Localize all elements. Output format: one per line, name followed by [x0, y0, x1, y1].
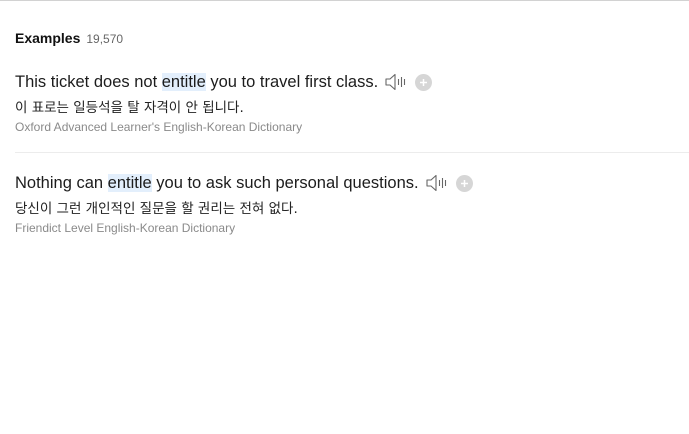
example-item: This ticket does not entitle you to trav… [15, 70, 689, 136]
example-sentence-row: Nothing can entitle you to ask such pers… [15, 171, 689, 195]
example-item: Nothing can entitle you to ask such pers… [15, 152, 689, 237]
example-sentence: Nothing can entitle you to ask such pers… [15, 173, 419, 193]
example-sentence-row: This ticket does not entitle you to trav… [15, 70, 689, 94]
speaker-icon[interactable] [425, 173, 449, 193]
examples-panel: Examples 19,570 This ticket does not ent… [15, 30, 689, 237]
highlighted-word[interactable]: entitle [107, 173, 152, 192]
plus-icon [420, 78, 428, 86]
sentence-text-after: you to travel first class. [205, 72, 379, 91]
example-translation: 이 표로는 일등석을 탈 자격이 안 됩니다. [15, 100, 244, 116]
add-to-wordbook-button[interactable] [455, 174, 473, 192]
sentence-text-before: Nothing can [15, 173, 108, 192]
plus-icon [460, 179, 468, 187]
sentence-text-before: This ticket does not [15, 72, 162, 91]
examples-title: Examples [15, 30, 81, 46]
example-sentence: This ticket does not entitle you to trav… [15, 72, 379, 92]
add-to-wordbook-button[interactable] [415, 73, 433, 91]
example-translation: 당신이 그런 개인적인 질문을 할 권리는 전혀 없다. [15, 201, 298, 217]
examples-header: Examples 19,570 [15, 30, 689, 48]
top-divider [0, 0, 689, 1]
examples-count: 19,570 [86, 32, 124, 46]
example-source: Friendict Level English-Korean Dictionar… [15, 221, 236, 235]
highlighted-word[interactable]: entitle [161, 72, 206, 91]
example-source: Oxford Advanced Learner's English-Korean… [15, 120, 303, 134]
speaker-icon[interactable] [384, 72, 408, 92]
sentence-text-after: you to ask such personal questions. [151, 173, 419, 192]
